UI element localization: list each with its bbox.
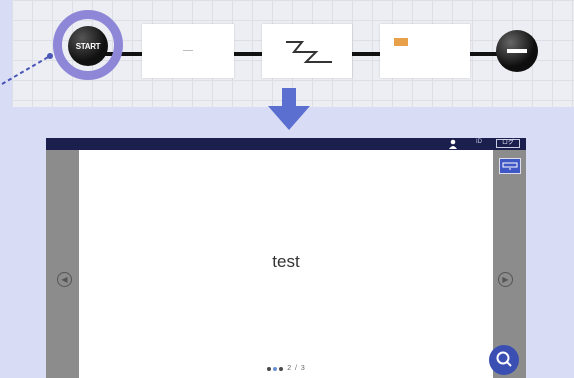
chevron-right-icon: ▶: [502, 275, 509, 284]
pager-dot[interactable]: [279, 366, 284, 371]
page-indicator: 2 / 3: [287, 365, 306, 372]
flow-connector: [230, 52, 262, 56]
user-id-text: ID: [476, 139, 482, 145]
start-label: START: [75, 41, 101, 51]
chevron-left-icon: ◀: [61, 275, 68, 284]
slide-text: test: [272, 252, 300, 271]
flow-node-wait[interactable]: [262, 24, 352, 78]
player-screen: ID ログ ◀ test 2 / 3 ▶: [46, 138, 526, 378]
flow-node-action[interactable]: [380, 24, 470, 78]
slide-pager: 2 / 3: [79, 365, 493, 372]
flow-connector: [350, 52, 380, 56]
menu-button[interactable]: [499, 158, 521, 174]
zigzag-icon: [286, 41, 332, 63]
search-icon: [496, 351, 512, 367]
pager-dot[interactable]: [267, 366, 272, 371]
user-icon[interactable]: [448, 139, 458, 149]
prev-slide-button[interactable]: ◀: [57, 272, 72, 287]
orange-block-icon: [394, 38, 408, 46]
login-button[interactable]: ログ: [496, 139, 520, 148]
dashed-connector: [1, 53, 53, 85]
menu-icon: [502, 162, 518, 170]
start-node[interactable]: START: [68, 26, 108, 66]
end-node[interactable]: [496, 30, 538, 72]
next-slide-button[interactable]: ▶: [498, 272, 513, 287]
top-bar: ID ログ: [46, 138, 526, 150]
search-button[interactable]: [489, 345, 519, 375]
down-arrow-icon: [268, 88, 310, 130]
dash-mark: [183, 50, 193, 51]
slide-content: test 2 / 3: [79, 150, 493, 378]
pager-dot-active[interactable]: [273, 366, 278, 371]
flow-node-text[interactable]: [142, 24, 234, 78]
